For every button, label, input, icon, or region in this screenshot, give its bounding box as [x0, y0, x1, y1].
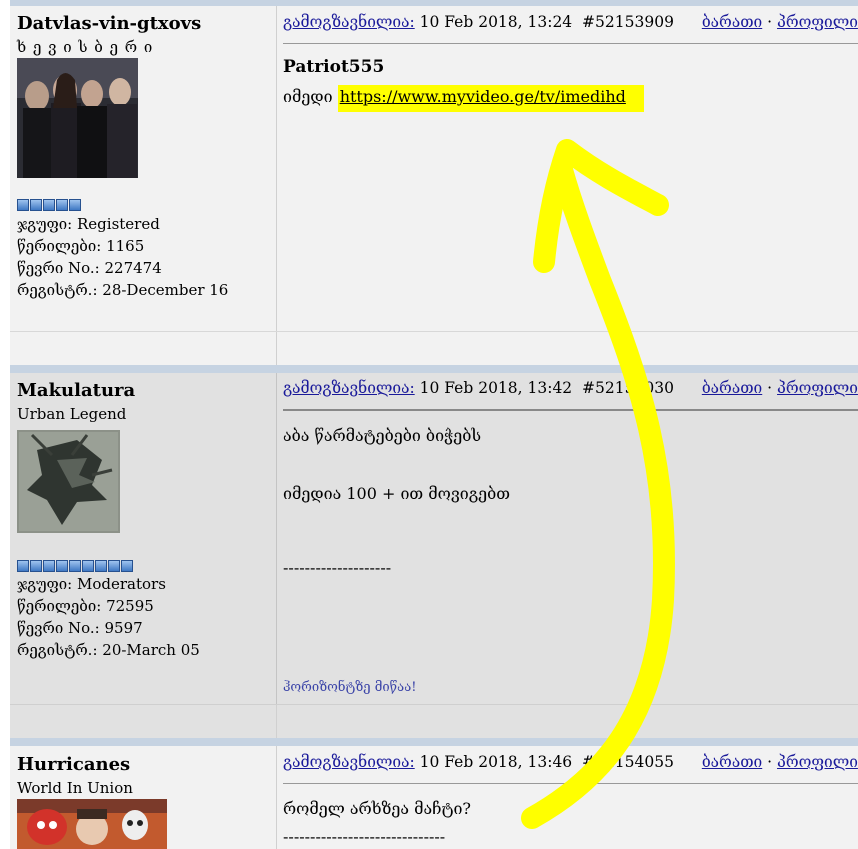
header-divider — [283, 43, 858, 44]
post-body: გამოგზავნილია: 10 Feb 2018, 13:46 #52154… — [277, 746, 858, 849]
footer-divider — [276, 705, 277, 739]
post-3: Hurricanes World In Union გამოგზავნილია:… — [10, 746, 858, 849]
rank-pips — [17, 560, 133, 572]
card-link[interactable]: ბარათი — [702, 379, 762, 397]
post-id[interactable]: #52154055 — [582, 753, 674, 771]
post-id[interactable]: #52154030 — [582, 379, 674, 397]
separator-dot: · — [767, 379, 773, 397]
card-link[interactable]: ბარათი — [702, 13, 762, 31]
user-post-count: წერილები: 1165 — [17, 237, 145, 255]
username[interactable]: Datvlas-vin-gtxovs — [17, 13, 201, 34]
post-separator — [10, 738, 858, 746]
separator-dot: · — [767, 753, 773, 771]
user-title: World In Union — [17, 779, 133, 797]
avatar[interactable] — [17, 58, 138, 178]
post-author-panel: Datvlas-vin-gtxovs ხ ე ვ ი ს ბ ე რ ი ჯგუ… — [10, 6, 277, 331]
header-divider — [283, 783, 858, 784]
quote-author: Patriot555 — [283, 57, 385, 77]
avatar[interactable] — [17, 799, 167, 849]
profile-link[interactable]: პროფილი — [777, 13, 858, 31]
user-stats: ჯგუფი: Moderators წერილები: 72595 წევრი … — [17, 573, 200, 661]
post-date: 10 Feb 2018, 13:42 — [419, 379, 573, 397]
header-divider — [283, 409, 858, 411]
left-margin — [0, 0, 10, 849]
post-header: გამოგზავნილია: 10 Feb 2018, 13:24 #52153… — [283, 13, 858, 31]
user-title: Urban Legend — [17, 405, 127, 423]
post-id[interactable]: #52153909 — [582, 13, 674, 31]
card-link[interactable]: ბარათი — [702, 753, 762, 771]
highlighted-link[interactable]: https://www.myvideo.ge/tv/imedihd — [337, 85, 644, 112]
post-author-panel: Makulatura Urban Legend ჯგუფი: Moderator… — [10, 373, 277, 704]
sent-label[interactable]: გამოგზავნილია: — [283, 379, 415, 397]
post-separator — [10, 365, 858, 373]
user-group: ჯგუფი: Registered — [17, 215, 160, 233]
post-1: Datvlas-vin-gtxovs ხ ე ვ ი ს ბ ე რ ი ჯგუ… — [10, 6, 858, 366]
post-author-panel: Hurricanes World In Union — [10, 746, 277, 849]
user-group: ჯგუფი: Moderators — [17, 575, 166, 593]
user-member-number: წევრი No.: 227474 — [17, 259, 162, 277]
post-text-line-1: აბა წარმატებები ბიჭებს — [283, 426, 482, 445]
post-text-line-1: რომელ არხზეა მაჩტი? — [283, 799, 471, 818]
separator-dot: · — [767, 13, 773, 31]
username[interactable]: Makulatura — [17, 380, 135, 401]
post-body: გამოგზავნილია: 10 Feb 2018, 13:42 #52154… — [277, 373, 858, 704]
user-stats: ჯგუფი: Registered წერილები: 1165 წევრი N… — [17, 213, 228, 301]
post-header: გამოგზავნილია: 10 Feb 2018, 13:42 #52154… — [283, 379, 858, 397]
username[interactable]: Hurricanes — [17, 754, 130, 775]
sent-label[interactable]: გამოგზავნილია: — [283, 753, 415, 771]
post-footer — [10, 331, 858, 366]
signature-divider: -------------------- — [283, 558, 392, 577]
user-title: ხ ე ვ ი ს ბ ე რ ი — [17, 38, 154, 56]
user-member-number: წევრი No.: 9597 — [17, 619, 143, 637]
post-text-line-2: იმედია 100 + ით მოვიგებთ — [283, 484, 511, 503]
post-footer — [10, 704, 858, 739]
post-text-prefix: იმედი — [283, 87, 338, 106]
post-text-line: იმედი https://www.myvideo.ge/tv/imedihd — [283, 85, 644, 112]
post-date: 10 Feb 2018, 13:24 — [419, 13, 573, 31]
user-registered: რეგისტრ.: 20-March 05 — [17, 641, 200, 659]
user-registered: რეგისტრ.: 28-December 16 — [17, 281, 229, 299]
post-2: Makulatura Urban Legend ჯგუფი: Moderator… — [10, 373, 858, 739]
signature-divider: ------------------------------ — [283, 827, 446, 846]
avatar[interactable] — [17, 430, 120, 533]
profile-link[interactable]: პროფილი — [777, 379, 858, 397]
user-post-count: წერილები: 72595 — [17, 597, 154, 615]
post-body: გამოგზავნილია: 10 Feb 2018, 13:24 #52153… — [277, 6, 858, 331]
post-header: გამოგზავნილია: 10 Feb 2018, 13:46 #52154… — [283, 753, 858, 771]
rank-pips — [17, 199, 81, 211]
profile-link[interactable]: პროფილი — [777, 753, 858, 771]
sent-label[interactable]: გამოგზავნილია: — [283, 13, 415, 31]
footer-divider — [276, 332, 277, 366]
signature-text: ჰორიზონტზე მიწაა! — [283, 680, 417, 695]
post-date: 10 Feb 2018, 13:46 — [419, 753, 573, 771]
